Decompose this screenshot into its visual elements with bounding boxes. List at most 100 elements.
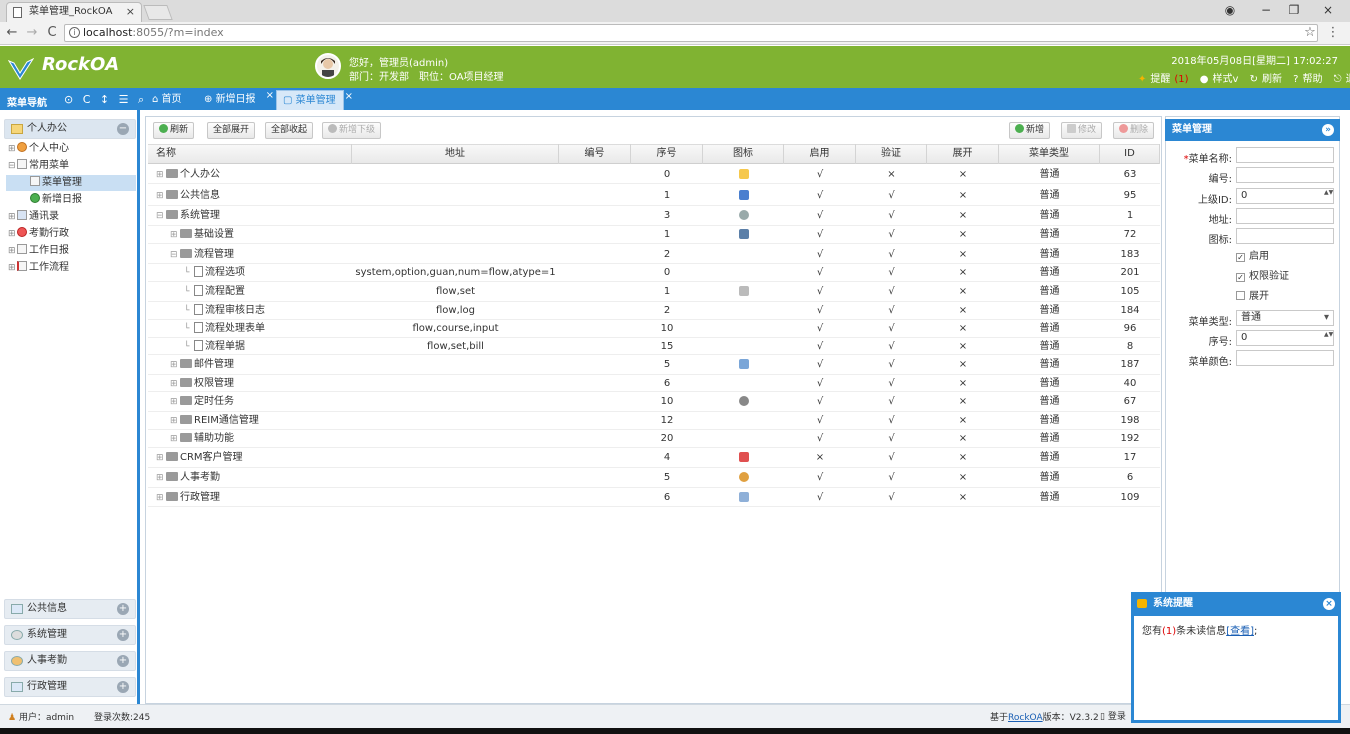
expand-icon[interactable]: + — [117, 655, 129, 667]
tree-item-contacts[interactable]: ⊞ 通讯录 — [8, 209, 59, 225]
column-header-enable[interactable]: 启用 — [784, 144, 856, 164]
browser-menu-icon[interactable]: ⋮ — [1325, 24, 1341, 42]
column-header-id[interactable]: ID — [1100, 144, 1160, 164]
tab-menu-management[interactable]: ▢ 菜单管理 × — [276, 90, 353, 110]
tree-item-workflow[interactable]: ⊞ 工作流程 — [8, 260, 69, 276]
table-row[interactable]: ⊟ 流程管理 2 √ √ × 普通 183 — [148, 246, 1160, 264]
tree-item-menu-management[interactable]: 菜单管理 — [30, 175, 82, 191]
close-tab-icon[interactable]: × — [126, 3, 135, 21]
column-header-icon[interactable]: 图标 — [703, 144, 784, 164]
spinner-icon[interactable]: ▲▼ — [1324, 189, 1333, 196]
expand-icon[interactable]: + — [117, 629, 129, 641]
refresh-link[interactable]: ↻ 刷新 — [1246, 74, 1282, 85]
expand-node-icon[interactable]: ⊞ — [170, 355, 180, 375]
window-close-button[interactable]: × — [1318, 2, 1338, 18]
close-tab-menu-management-icon[interactable]: × — [345, 87, 353, 106]
expand-node-icon[interactable]: ⊞ — [170, 430, 180, 448]
expand-node-icon[interactable]: ⊞ — [170, 392, 180, 412]
table-row[interactable]: ⊞ REIM通信管理 12 √ √ × 普通 198 — [148, 412, 1160, 430]
table-row[interactable]: ⊞ 辅助功能 20 √ √ × 普通 192 — [148, 430, 1160, 448]
back-icon[interactable]: ← — [4, 24, 20, 42]
sidebar-group-public-info[interactable]: 公共信息 + — [4, 599, 136, 619]
column-header-num[interactable]: 编号 — [559, 144, 631, 164]
column-header-name[interactable]: 名称 — [148, 144, 352, 164]
column-header-sort[interactable]: 序号 — [631, 144, 703, 164]
tree-item-add-daily[interactable]: 新增日报 — [30, 192, 82, 208]
avatar[interactable] — [315, 53, 341, 79]
nav-tool-icons[interactable]: ⊙ C ↕ ☰ ⌕ — [64, 93, 147, 107]
menu-num-field[interactable] — [1236, 167, 1334, 183]
refresh-button[interactable]: 刷新 — [153, 122, 195, 139]
minimize-button[interactable]: − — [1256, 2, 1276, 18]
table-row[interactable]: ⊞ 权限管理 6 √ √ × 普通 40 — [148, 375, 1160, 392]
tree-item-attendance[interactable]: ⊞ 考勤行政 — [8, 226, 69, 242]
collapse-node-icon[interactable]: ⊟ — [156, 206, 166, 226]
table-row[interactable]: ⊞ 定时任务 10 √ √ × 普通 67 — [148, 392, 1160, 412]
table-row[interactable]: ⊞ CRM客户管理 4 × √ × 普通 17 — [148, 448, 1160, 468]
tree-item-personal-center[interactable]: ⊞ 个人中心 — [8, 141, 69, 157]
table-row[interactable]: └ 流程单据 flow,set,bill 15 √ √ × 普通 8 — [148, 338, 1160, 355]
reload-icon[interactable]: C — [44, 24, 60, 42]
table-row[interactable]: ⊟ 系统管理 3 √ √ × 普通 1 — [148, 206, 1160, 226]
sidebar-group-system[interactable]: 系统管理 + — [4, 625, 136, 645]
sidebar-group-hr[interactable]: 人事考勤 + — [4, 651, 136, 671]
menu-address-field[interactable] — [1236, 208, 1334, 224]
table-row[interactable]: ⊞ 人事考勤 5 √ √ × 普通 6 — [148, 468, 1160, 488]
view-link[interactable]: [查看] — [1226, 626, 1254, 637]
product-link[interactable]: RockOA — [1008, 713, 1043, 723]
tab-home[interactable]: ⌂ 首页 — [146, 90, 194, 110]
menu-name-field[interactable] — [1236, 147, 1334, 163]
verify-checkbox[interactable]: ✓ 权限验证 — [1236, 270, 1289, 284]
column-header-expand[interactable]: 展开 — [927, 144, 999, 164]
expand-icon[interactable]: + — [117, 603, 129, 615]
collapse-node-icon[interactable]: ⊟ — [170, 246, 180, 264]
table-row[interactable]: └ 流程选项 system,option,guan,num=flow,atype=1… — [148, 264, 1160, 282]
table-row[interactable]: └ 流程配置 flow,set 1 √ √ × 普通 105 — [148, 282, 1160, 302]
tab-daily-report[interactable]: ⊕ 新增日报 × — [198, 90, 274, 110]
table-row[interactable]: ⊞ 邮件管理 5 √ √ × 普通 187 — [148, 355, 1160, 375]
close-icon[interactable]: × — [1323, 598, 1335, 610]
sort-stepper[interactable]: 0 ▲▼ — [1236, 330, 1334, 346]
url-input[interactable]: i localhost:8055/?m=index — [64, 24, 1318, 42]
add-button[interactable]: 新增 — [1009, 122, 1051, 139]
menu-type-select[interactable]: 普通 ▾ — [1236, 310, 1334, 326]
sidebar-group-personal[interactable]: 个人办公 − — [4, 119, 136, 139]
status-login[interactable]: ▯ 登录 — [1100, 709, 1126, 722]
add-child-button[interactable]: 新增下级 — [322, 122, 382, 139]
help-link[interactable]: ? 帮助 — [1289, 74, 1322, 85]
table-row[interactable]: ⊞ 基础设置 1 √ √ × 普通 72 — [148, 226, 1160, 244]
expand-checkbox[interactable]: 展开 — [1236, 290, 1269, 304]
new-tab-button[interactable] — [143, 5, 173, 20]
info-icon[interactable]: i — [69, 27, 80, 38]
tree-item-work-daily[interactable]: ⊞ 工作日报 — [8, 243, 69, 259]
collapse-icon[interactable]: − — [117, 123, 129, 135]
tree-item-common-menu[interactable]: ⊟ 常用菜单 — [8, 158, 69, 174]
menu-icon-field[interactable] — [1236, 228, 1334, 244]
column-header-type[interactable]: 菜单类型 — [999, 144, 1100, 164]
maximize-button[interactable]: ❐ — [1284, 2, 1304, 18]
collapse-all-button[interactable]: 全部收起 — [265, 122, 314, 139]
column-header-verify[interactable]: 验证 — [856, 144, 927, 164]
expand-icon[interactable]: + — [117, 681, 129, 693]
expand-node-icon[interactable]: ⊞ — [170, 376, 180, 393]
expand-node-icon[interactable]: ⊞ — [156, 468, 166, 488]
spinner-icon[interactable]: ▲▼ — [1324, 331, 1333, 338]
expand-node-icon[interactable]: ⊞ — [156, 448, 166, 468]
edit-button[interactable]: 修改 — [1061, 122, 1103, 139]
table-row[interactable]: ⊞ 公共信息 1 √ √ × 普通 95 — [148, 186, 1160, 206]
expand-node-icon[interactable]: ⊞ — [170, 226, 180, 244]
logout-link[interactable]: ⎋ 退出 — [1330, 74, 1350, 85]
table-row[interactable]: ⊞ 行政管理 6 √ √ × 普通 109 — [148, 488, 1160, 507]
table-row[interactable]: └ 流程审核日志 flow,log 2 √ √ × 普通 184 — [148, 302, 1160, 320]
expand-all-button[interactable]: 全部展开 — [207, 122, 256, 139]
remind-link[interactable]: ✦ 提醒 (1) — [1134, 74, 1189, 85]
expand-node-icon[interactable]: ⊞ — [156, 166, 166, 184]
table-row[interactable]: └ 流程处理表单 flow,course,input 10 √ √ × 普通 96 — [148, 320, 1160, 338]
collapse-panel-icon[interactable]: » — [1322, 124, 1334, 136]
style-link[interactable]: ● 样式v — [1196, 74, 1239, 85]
bookmark-star-icon[interactable]: ☆ — [1302, 24, 1318, 42]
close-tab-daily-report-icon[interactable]: × — [266, 86, 274, 105]
sidebar-group-admin[interactable]: 行政管理 + — [4, 677, 136, 697]
account-icon[interactable]: ◉ — [1220, 2, 1240, 18]
delete-button[interactable]: 删除 — [1113, 122, 1155, 139]
